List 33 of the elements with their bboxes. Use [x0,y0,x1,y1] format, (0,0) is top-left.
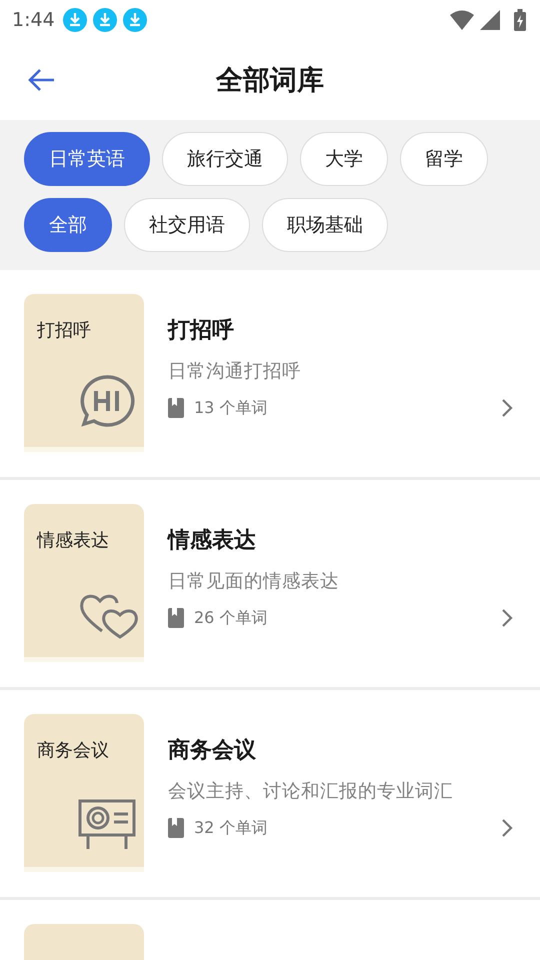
book-icon [168,398,184,418]
subcategory-chip[interactable]: 社交用语 [124,198,250,252]
book-icon [168,818,184,838]
download-icon [92,8,117,32]
cover-label: 商务会议 [37,739,109,762]
category-chip[interactable]: 日常英语 [24,132,150,186]
list-title: 打招呼 [168,317,235,345]
word-count: 26 个单词 [194,608,268,628]
list-description: 日常沟通打招呼 [168,360,302,383]
list-title: 情感表达 [168,527,257,555]
category-chip[interactable]: 留学 [400,132,488,186]
status-time: 1:44 [12,9,55,31]
subcategory-chip[interactable]: 职场基础 [262,198,388,252]
book-cover[interactable]: 商务会议 [24,714,144,872]
battery-icon [514,9,526,31]
book-cover[interactable]: 情感表达 [24,504,144,662]
book-cover[interactable]: 打招呼 [24,294,144,452]
list-title: 商务会议 [168,737,257,765]
cover-label: 情感表达 [37,529,109,552]
word-count: 13 个单词 [194,398,268,418]
wifi-icon [450,10,474,30]
download-icon [62,8,87,32]
category-chip[interactable]: 大学 [300,132,388,186]
page-title: 全部词库 [216,64,324,98]
word-count: 32 个单词 [194,818,268,838]
signal-icon [480,10,500,30]
list-description: 日常见面的情感表达 [168,570,340,593]
download-icon [122,8,147,32]
book-icon [168,608,184,628]
subcategory-chip[interactable]: 全部 [24,198,112,252]
category-chip[interactable]: 旅行交通 [162,132,288,186]
list-description: 会议主持、讨论和汇报的专业词汇 [168,780,454,803]
cover-label: 打招呼 [37,319,91,342]
